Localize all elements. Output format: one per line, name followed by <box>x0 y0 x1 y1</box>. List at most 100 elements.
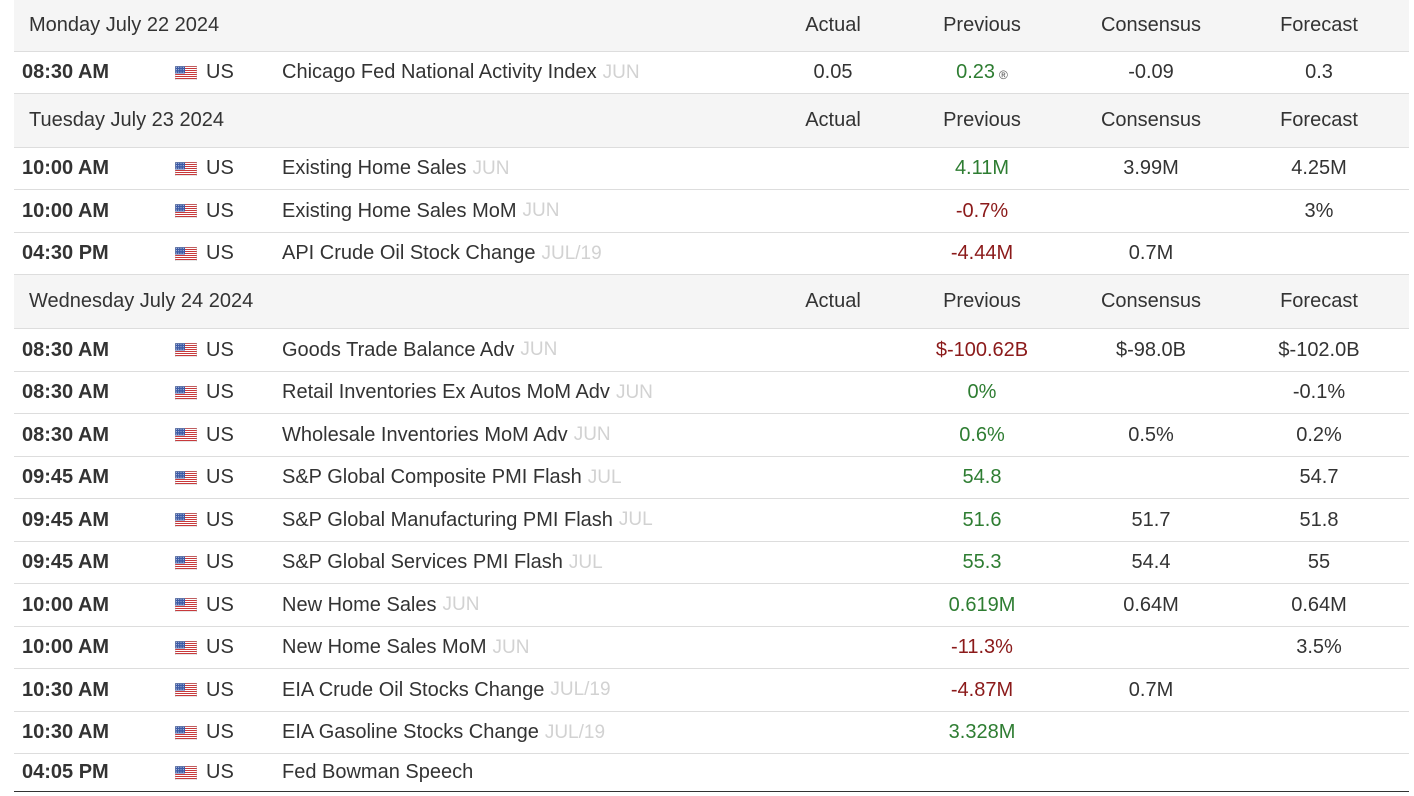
event-consensus <box>1071 627 1231 668</box>
event-row[interactable]: 10:00 AM US Existing Home Sales JUN 4.11M… <box>14 148 1409 190</box>
event-row[interactable]: 10:00 AM US New Home Sales MoM JUN -11.3%… <box>14 627 1409 669</box>
event-previous: -4.87M <box>950 678 1014 701</box>
event-name-link[interactable]: API Crude Oil Stock Change <box>282 242 535 265</box>
event-actual <box>753 712 913 753</box>
event-previous: -11.3% <box>951 636 1013 658</box>
event-country: US <box>206 199 234 222</box>
event-forecast: 3.5% <box>1296 636 1342 658</box>
event-forecast <box>1239 669 1399 711</box>
column-consensus-header: Consensus <box>1100 14 1202 36</box>
us-flag-icon <box>175 754 197 791</box>
event-name-link[interactable]: S&P Global Manufacturing PMI Flash <box>282 509 613 532</box>
event-reference-period: JUL/19 <box>550 679 611 700</box>
event-row[interactable]: 10:00 AM US New Home Sales JUN 0.619M 0.6… <box>14 584 1409 627</box>
event-name-link[interactable]: Wholesale Inventories MoM Adv <box>282 424 568 447</box>
day-header: Tuesday July 23 2024 Actual Previous Con… <box>14 94 1409 148</box>
event-name-cell: S&P Global Composite PMI Flash JUL <box>282 457 622 498</box>
event-row[interactable]: 09:45 AM US S&P Global Manufacturing PMI… <box>14 499 1409 542</box>
event-consensus <box>1071 190 1231 232</box>
event-country: US <box>206 61 234 83</box>
event-name-link[interactable]: New Home Sales MoM <box>282 636 487 659</box>
event-country: US <box>206 381 234 403</box>
us-flag-icon <box>175 499 197 541</box>
event-previous-cell: 0.23 ® <box>902 52 1062 93</box>
event-previous: 0.23 <box>956 61 996 83</box>
column-forecast-header: Forecast <box>1280 109 1358 131</box>
event-reference-period: JUN <box>520 339 558 360</box>
day-header: Monday July 22 2024 Actual Previous Cons… <box>14 0 1409 52</box>
event-previous: -0.7% <box>955 199 1009 222</box>
us-flag-icon <box>175 372 197 413</box>
event-previous: 55.3 <box>962 551 1002 573</box>
event-forecast: 55 <box>1307 551 1331 573</box>
event-time: 10:00 AM <box>22 157 110 179</box>
event-name-link[interactable]: S&P Global Composite PMI Flash <box>282 466 582 489</box>
event-name-link[interactable]: Fed Bowman Speech <box>282 761 473 784</box>
event-consensus <box>1071 712 1231 753</box>
event-country: US <box>206 466 234 488</box>
event-actual <box>753 669 913 711</box>
event-country: US <box>206 157 234 179</box>
event-row[interactable]: 08:30 AM US Chicago Fed National Activit… <box>14 52 1409 94</box>
us-flag-icon <box>175 584 197 626</box>
column-actual-header: Actual <box>805 109 861 131</box>
event-previous: 0% <box>967 381 997 403</box>
event-consensus: $-98.0B <box>1115 338 1187 361</box>
column-actual-header: Actual <box>805 290 861 312</box>
us-flag-icon <box>175 457 197 498</box>
event-actual <box>753 190 913 232</box>
event-country: US <box>206 242 234 264</box>
event-time: 04:05 PM <box>22 761 109 783</box>
event-name-link[interactable]: EIA Crude Oil Stocks Change <box>282 679 544 702</box>
day-date: Tuesday July 23 2024 <box>29 109 224 131</box>
event-actual <box>753 499 913 541</box>
event-reference-period: JUN <box>492 636 530 658</box>
event-name-cell: Retail Inventories Ex Autos MoM Adv JUN <box>282 372 653 413</box>
event-name-link[interactable]: Goods Trade Balance Adv <box>282 339 514 362</box>
event-name-cell: S&P Global Manufacturing PMI Flash JUL <box>282 499 653 541</box>
event-reference-period: JUL/19 <box>544 721 606 743</box>
event-consensus: 0.7M <box>1128 678 1174 701</box>
event-row[interactable]: 10:30 AM US EIA Crude Oil Stocks Change J… <box>14 669 1409 712</box>
event-time: 10:30 AM <box>22 678 110 701</box>
event-time: 08:30 AM <box>22 61 110 83</box>
event-name-cell: S&P Global Services PMI Flash JUL <box>282 542 603 583</box>
event-country: US <box>206 678 234 701</box>
event-name-link[interactable]: Retail Inventories Ex Autos MoM Adv <box>282 381 610 404</box>
event-forecast: $-102.0B <box>1278 338 1360 361</box>
event-previous: 0.619M <box>948 593 1016 616</box>
event-consensus: 54.4 <box>1131 551 1171 573</box>
event-forecast: 51.8 <box>1299 508 1339 531</box>
column-consensus-header: Consensus <box>1100 109 1202 131</box>
revised-icon[interactable]: ® <box>999 68 1008 82</box>
event-row[interactable]: 08:30 AM US Goods Trade Balance Adv JUN $… <box>14 329 1409 372</box>
event-name-cell: EIA Gasoline Stocks Change JUL/19 <box>282 712 605 753</box>
event-time: 10:00 AM <box>22 199 110 222</box>
event-name-link[interactable]: Existing Home Sales <box>282 157 467 180</box>
event-name-link[interactable]: Existing Home Sales MoM <box>282 200 517 223</box>
event-row[interactable]: 08:30 AM US Wholesale Inventories MoM Ad… <box>14 414 1409 457</box>
event-row[interactable]: 09:45 AM US S&P Global Composite PMI Fla… <box>14 457 1409 499</box>
column-previous-header: Previous <box>943 109 1021 131</box>
event-name-link[interactable]: EIA Gasoline Stocks Change <box>282 721 539 744</box>
event-time: 04:30 PM <box>22 242 109 264</box>
event-row[interactable]: 10:30 AM US EIA Gasoline Stocks Change JU… <box>14 712 1409 754</box>
event-row[interactable]: 04:05 PM US Fed Bowman Speech <box>14 754 1409 792</box>
event-reference-period: JUN <box>615 381 653 403</box>
event-actual <box>753 627 913 668</box>
event-row[interactable]: 09:45 AM US S&P Global Services PMI Flas… <box>14 542 1409 584</box>
event-consensus: 0.7M <box>1128 242 1174 264</box>
event-forecast: 0.64M <box>1291 593 1347 616</box>
event-row[interactable]: 08:30 AM US Retail Inventories Ex Autos … <box>14 372 1409 414</box>
event-country: US <box>206 593 234 616</box>
event-reference-period: JUL <box>568 551 603 573</box>
event-reference-period: JUN <box>573 424 611 445</box>
event-name-link[interactable]: Chicago Fed National Activity Index <box>282 61 597 84</box>
event-consensus: 0.64M <box>1123 593 1179 616</box>
event-name-link[interactable]: S&P Global Services PMI Flash <box>282 551 563 574</box>
event-consensus: 0.5% <box>1128 423 1174 446</box>
event-name-cell: Fed Bowman Speech <box>282 754 479 791</box>
event-name-link[interactable]: New Home Sales <box>282 594 437 617</box>
event-row[interactable]: 04:30 PM US API Crude Oil Stock Change JU… <box>14 233 1409 275</box>
event-row[interactable]: 10:00 AM US Existing Home Sales MoM JUN -… <box>14 190 1409 233</box>
